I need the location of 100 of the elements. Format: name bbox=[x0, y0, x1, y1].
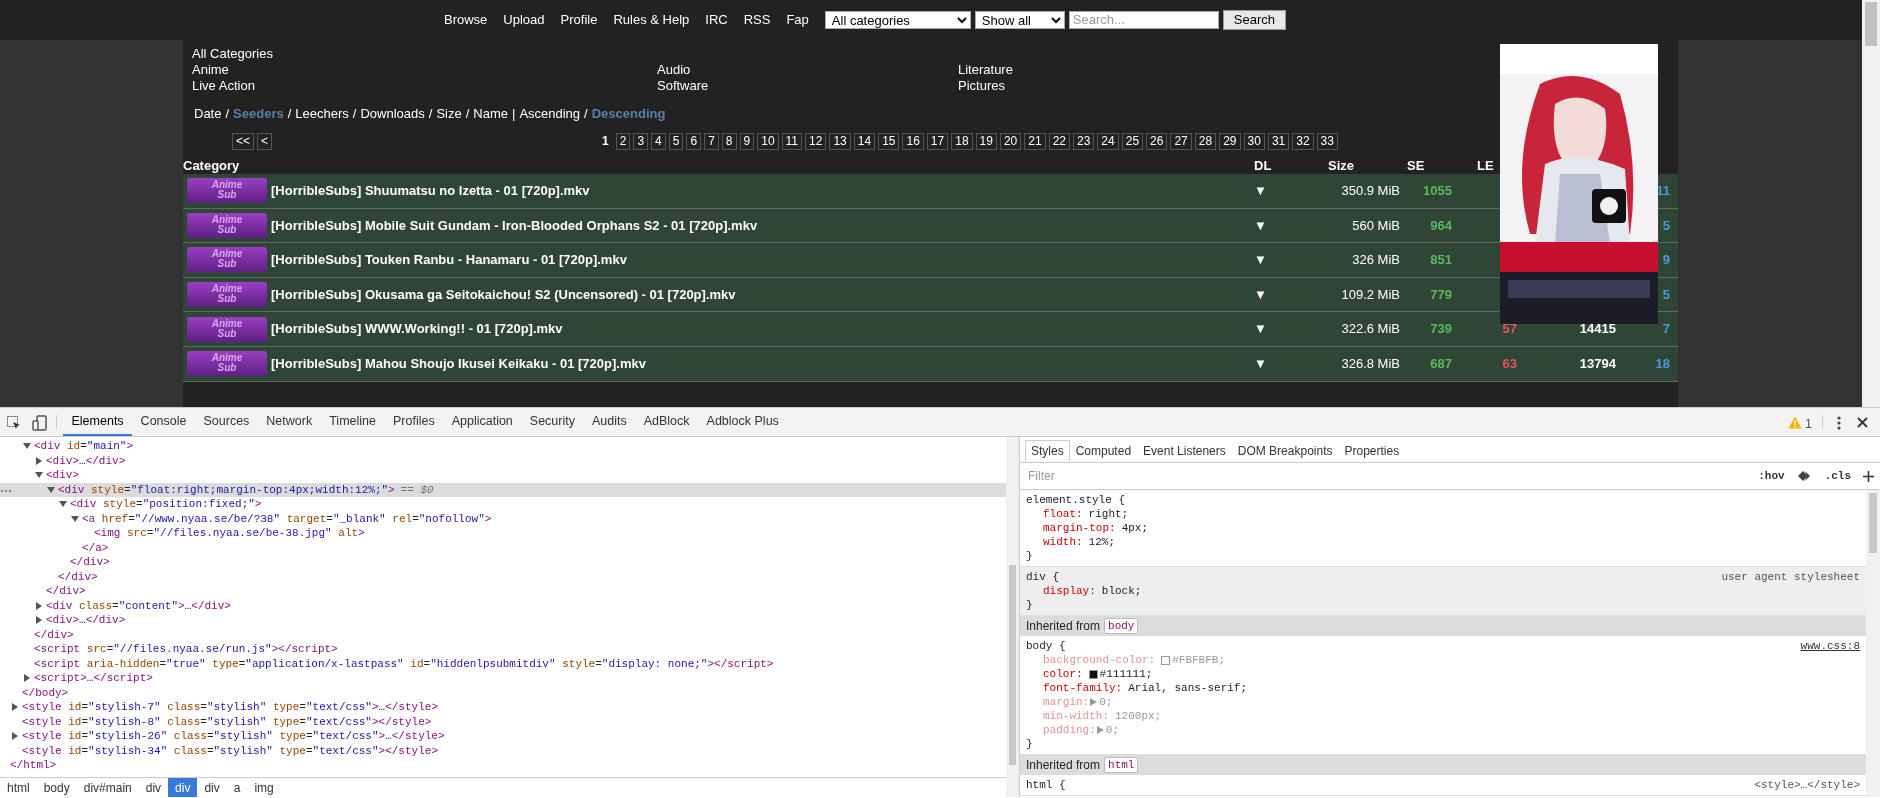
page-link[interactable]: 8 bbox=[721, 132, 737, 150]
scrollbar[interactable] bbox=[1866, 490, 1880, 797]
hover-state-toggle[interactable]: :hov bbox=[1758, 467, 1785, 485]
scrollbar[interactable] bbox=[1006, 437, 1020, 797]
devtools-tab[interactable]: AdBlock bbox=[635, 408, 699, 436]
category-icon[interactable]: Anime Sub bbox=[187, 212, 267, 238]
page-link[interactable]: 10 bbox=[757, 132, 779, 150]
device-icon[interactable] bbox=[32, 415, 48, 431]
download-link[interactable]: ▼ bbox=[1254, 183, 1267, 199]
dom-row[interactable]: <div> bbox=[0, 468, 1006, 483]
sort-link[interactable]: Size bbox=[436, 106, 462, 122]
caret-down-icon[interactable] bbox=[47, 485, 55, 494]
css-property-name[interactable]: color: bbox=[1043, 667, 1083, 681]
caret-right-icon[interactable] bbox=[35, 601, 43, 610]
dom-row[interactable]: <style id="stylish-34" class="stylish" type="text/css"></style> bbox=[0, 743, 1006, 758]
dom-row[interactable]: <div>…</div> bbox=[0, 453, 1006, 468]
page-link[interactable]: 14 bbox=[853, 132, 876, 150]
download-link[interactable]: ▼ bbox=[1254, 321, 1267, 337]
page-link[interactable]: 7 bbox=[704, 132, 719, 150]
page-link[interactable]: 29 bbox=[1219, 132, 1241, 150]
download-link[interactable]: ▼ bbox=[1254, 217, 1267, 233]
source-link[interactable]: www.css:8 bbox=[1800, 639, 1860, 653]
category-icon[interactable]: Anime Sub bbox=[187, 247, 267, 273]
column-header[interactable]: SE bbox=[1407, 158, 1425, 173]
page-link[interactable]: 15 bbox=[878, 132, 900, 150]
torrent-link[interactable]: [HorribleSubs] Okusama ga Seitokaichou! S2 (Uncensored) - 01 [720p].mkv bbox=[271, 286, 736, 302]
caret-right-icon[interactable] bbox=[35, 456, 43, 465]
column-header[interactable]: DL bbox=[1254, 158, 1272, 173]
breadcrumb[interactable]: div bbox=[197, 778, 227, 797]
css-property-name[interactable]: display: bbox=[1043, 584, 1096, 598]
search-field[interactable]: Search... bbox=[1068, 11, 1219, 29]
page-link[interactable]: 24 bbox=[1097, 132, 1119, 150]
page-link[interactable]: 21 bbox=[1024, 132, 1046, 150]
caret-right-icon[interactable] bbox=[11, 732, 19, 741]
page-link[interactable]: 27 bbox=[1170, 132, 1192, 150]
scrollbar[interactable] bbox=[1862, 0, 1880, 407]
page-link[interactable]: 2 bbox=[615, 132, 631, 150]
styles-tab[interactable]: Styles bbox=[1025, 440, 1070, 462]
devtools-tab[interactable]: Network bbox=[257, 408, 321, 436]
nav-link[interactable]: Browse bbox=[444, 10, 488, 30]
sort-link[interactable]: Seeders bbox=[233, 106, 284, 122]
dom-row[interactable]: <div style="float:right;margin-top:4px;width:12%;"> == $0 bbox=[0, 482, 1006, 497]
dom-row[interactable]: <script src="//files.nyaa.se/run.js"></script> bbox=[0, 642, 1006, 657]
dom-row[interactable]: <a href="//www.nyaa.se/be/?38" target="_blank" rel="nofollow"> bbox=[0, 511, 1006, 526]
devtools-tab[interactable]: Sources bbox=[195, 408, 258, 436]
css-property-name[interactable]: width: bbox=[1043, 535, 1083, 549]
styles-tab[interactable]: Event Listeners bbox=[1137, 440, 1232, 462]
torrent-link[interactable]: [HorribleSubs] Mahou Shoujo Ikusei Keikaku - 01 [720p].mkv bbox=[271, 356, 646, 371]
category-select[interactable]: All categories bbox=[824, 11, 971, 29]
category-link[interactable]: Anime bbox=[192, 62, 229, 77]
page-link[interactable]: 25 bbox=[1121, 132, 1144, 150]
category-link[interactable]: Pictures bbox=[958, 78, 1005, 93]
page-link[interactable]: 11 bbox=[781, 132, 803, 150]
sort-link[interactable]: Name bbox=[473, 106, 508, 122]
css-property-value[interactable]: Arial, sans-serif; bbox=[1128, 681, 1248, 695]
page-link[interactable]: 20 bbox=[999, 132, 1022, 150]
download-link[interactable]: ▼ bbox=[1254, 252, 1267, 268]
torrent-link[interactable]: [HorribleSubs] Shuumatsu no Izetta - 01 [720p].mkv bbox=[271, 183, 590, 199]
category-icon[interactable]: Anime Sub bbox=[187, 178, 267, 204]
page-link[interactable]: 5 bbox=[668, 132, 684, 150]
devtools-tab[interactable]: Application bbox=[443, 408, 522, 436]
page-link[interactable]: 3 bbox=[633, 132, 649, 150]
page-link[interactable]: 6 bbox=[686, 132, 702, 150]
page-link[interactable]: 33 bbox=[1316, 132, 1338, 150]
dom-row[interactable]: <script aria-hidden="true" type="application/x-lastpass" id="hiddenlpsubmitdiv" style="display: none;"></script> bbox=[0, 656, 1006, 671]
page-link[interactable]: 9 bbox=[739, 132, 755, 150]
page-link[interactable]: 16 bbox=[902, 132, 924, 150]
color-swatch[interactable] bbox=[1088, 669, 1098, 679]
category-link[interactable]: Software bbox=[657, 78, 709, 93]
close-icon[interactable] bbox=[1857, 417, 1868, 428]
filter-select[interactable]: Show all bbox=[974, 11, 1065, 29]
torrent-link[interactable]: [HorribleSubs] Touken Ranbu - Hanamaru - 01 [720p].mkv bbox=[271, 252, 627, 268]
page-link[interactable]: 28 bbox=[1194, 132, 1217, 150]
color-swatch[interactable] bbox=[1161, 655, 1171, 665]
css-property-value[interactable]: 4px; bbox=[1121, 521, 1149, 535]
page-link[interactable]: 32 bbox=[1292, 132, 1314, 150]
download-link[interactable]: ▼ bbox=[1254, 286, 1267, 302]
css-property-value[interactable]: #111111; bbox=[1099, 667, 1153, 681]
breadcrumb[interactable]: body bbox=[36, 778, 77, 797]
dom-row[interactable]: <style id="stylish-26" class="stylish" type="text/css">…</style> bbox=[0, 729, 1006, 744]
caret-down-icon[interactable] bbox=[23, 442, 31, 451]
page-link[interactable]: 19 bbox=[975, 132, 997, 150]
page-link[interactable]: 1 bbox=[598, 132, 613, 150]
sort-link[interactable]: Date bbox=[194, 106, 222, 122]
category-icon[interactable]: Anime Sub bbox=[187, 351, 267, 377]
more-icon[interactable] bbox=[1837, 416, 1841, 430]
sort-link[interactable]: Downloads bbox=[360, 106, 425, 122]
dom-row[interactable]: <div>…</div> bbox=[0, 613, 1006, 628]
nav-link[interactable]: Profile bbox=[560, 10, 598, 30]
breadcrumb[interactable]: a bbox=[226, 778, 248, 797]
styles-tab[interactable]: Computed bbox=[1069, 440, 1138, 462]
css-property-value[interactable]: right; bbox=[1088, 507, 1129, 521]
dom-row[interactable]: <style id="stylish-7" class="stylish" type="text/css">…</style> bbox=[0, 700, 1006, 715]
breadcrumb[interactable]: div#main bbox=[76, 778, 139, 797]
torrent-link[interactable]: [HorribleSubs] WWW.Working!! - 01 [720p].mkv bbox=[271, 321, 563, 337]
page-link[interactable]: 4 bbox=[651, 132, 666, 150]
torrent-link[interactable]: [HorribleSubs] Mobile Suit Gundam - Iron-Blooded Orphans S2 - 01 [720p].mkv bbox=[271, 217, 758, 233]
caret-right-icon[interactable] bbox=[35, 616, 43, 625]
dom-row[interactable]: </html> bbox=[0, 758, 1006, 773]
column-header[interactable]: Category bbox=[183, 158, 240, 173]
